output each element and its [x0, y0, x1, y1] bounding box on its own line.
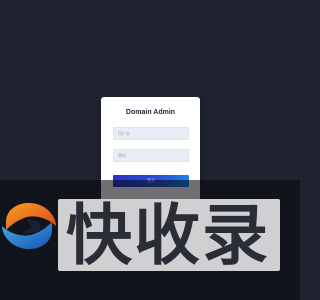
login-title: Domain Admin: [125, 109, 176, 116]
login-page: Domain Admin 登录 快收录: [0, 0, 300, 300]
username-input[interactable]: [113, 127, 189, 140]
watermark-logo-icon: [2, 202, 56, 250]
password-input[interactable]: [113, 149, 189, 162]
watermark-text: 快收录: [66, 200, 270, 272]
